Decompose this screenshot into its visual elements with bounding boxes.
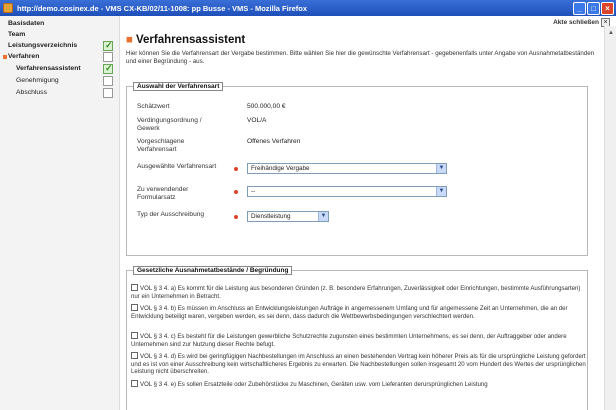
field-label: Zu verwendender Formularsatz bbox=[137, 186, 189, 201]
sidebar-item-leistungsverzeichnis[interactable]: Leistungsverzeichnis bbox=[8, 42, 77, 49]
sidebar-item-verfahrensassistent[interactable]: Verfahrensassistent bbox=[16, 65, 81, 72]
required-indicator bbox=[234, 215, 238, 219]
vertical-scrollbar[interactable]: ▲ bbox=[604, 26, 616, 410]
firefox-icon bbox=[3, 3, 13, 13]
procedure-selection-fieldset: Auswahl der Verfahrensart Schätzwert 500… bbox=[126, 82, 588, 256]
chevron-down-icon[interactable]: ▼ bbox=[318, 212, 328, 221]
exception-item[interactable]: VOL § 3 4. d) Es wird bei geringfügigen … bbox=[131, 352, 586, 376]
field-label: Typ der Ausschreibung bbox=[137, 211, 205, 218]
required-indicator bbox=[234, 167, 238, 171]
sidebar-item-abschluss[interactable]: Abschluss bbox=[16, 89, 47, 96]
chevron-down-icon[interactable]: ▼ bbox=[436, 164, 446, 173]
checkbox-verfahrensassistent bbox=[103, 63, 113, 74]
title-bullet-icon: ■ bbox=[126, 34, 133, 46]
maximize-button[interactable]: □ bbox=[587, 1, 600, 15]
scroll-up-icon[interactable]: ▲ bbox=[608, 30, 614, 36]
field-label: Vorgeschlagene Verfahrensart bbox=[137, 138, 185, 153]
procurement-regulation-value: VOL/A bbox=[247, 117, 267, 124]
field-label: Verdingungsordnung / Gewerk bbox=[137, 117, 202, 132]
exception-item[interactable]: VOL § 3 4. a) Es kommt für die Leistung … bbox=[131, 284, 586, 300]
tender-type-select[interactable]: Dienstleistung ▼ bbox=[247, 211, 329, 222]
checkbox[interactable] bbox=[131, 304, 138, 311]
checkbox-abschluss bbox=[103, 88, 113, 98]
checkbox[interactable] bbox=[131, 332, 138, 339]
main-content: ■ Verfahrensassistent Hier können Sie die… bbox=[122, 16, 602, 410]
exception-item[interactable]: VOL § 3 4. e) Es sollen Ersatzteile oder… bbox=[131, 380, 586, 389]
intro-text: Hier können Sie die Verfahrensart der Ve… bbox=[126, 50, 595, 65]
checkbox[interactable] bbox=[131, 284, 138, 291]
form-set-select[interactable]: -- ▼ bbox=[247, 186, 447, 197]
legal-exceptions-fieldset: Gesetzliche Ausnahmetatbestände / Begrün… bbox=[126, 266, 588, 410]
sidebar-item-team[interactable]: Team bbox=[8, 31, 25, 38]
active-marker bbox=[3, 55, 7, 59]
section-legend: Gesetzliche Ausnahmetatbestände / Begrün… bbox=[133, 266, 293, 275]
estimated-value: 500.000,00 € bbox=[247, 103, 286, 110]
exception-item[interactable]: VOL § 3 4. b) Es müssen im Anschluss an … bbox=[131, 304, 586, 320]
checkbox[interactable] bbox=[131, 352, 138, 359]
sidebar-item-genehmigung[interactable]: Genehmigung bbox=[16, 77, 59, 84]
section-legend: Auswahl der Verfahrensart bbox=[133, 82, 224, 91]
window-titlebar: http://demo.cosinex.de - VMS CX-KB/02/11… bbox=[0, 0, 616, 16]
field-label: Ausgewählte Verfahrensart bbox=[137, 163, 217, 170]
exception-item[interactable]: VOL § 3 4. c) Es besteht für die Leistun… bbox=[131, 332, 586, 348]
checkbox-genehmigung bbox=[103, 76, 113, 86]
window-controls: _ □ × bbox=[573, 1, 614, 15]
close-window-button[interactable]: × bbox=[601, 1, 614, 15]
chevron-down-icon[interactable]: ▼ bbox=[436, 187, 446, 196]
checkbox-leistungsverzeichnis bbox=[103, 40, 113, 51]
sidebar-item-verfahren[interactable]: Verfahren bbox=[8, 53, 39, 60]
checkbox[interactable] bbox=[131, 380, 138, 387]
procedure-type-select[interactable]: Freihändige Vergabe ▼ bbox=[247, 163, 447, 174]
sidebar-item-basisdaten[interactable]: Basisdaten bbox=[8, 20, 44, 27]
sidebar: Basisdaten Team Leistungsverzeichnis Ver… bbox=[0, 16, 120, 410]
window-title: http://demo.cosinex.de - VMS CX-KB/02/11… bbox=[17, 3, 308, 13]
page-title: ■ Verfahrensassistent bbox=[126, 34, 246, 46]
field-label: Schätzwert bbox=[137, 103, 170, 110]
minimize-button[interactable]: _ bbox=[573, 1, 586, 15]
suggested-procedure-value: Offenes Verfahren bbox=[247, 138, 301, 145]
required-indicator bbox=[234, 190, 238, 194]
checkbox-verfahren bbox=[103, 52, 113, 62]
